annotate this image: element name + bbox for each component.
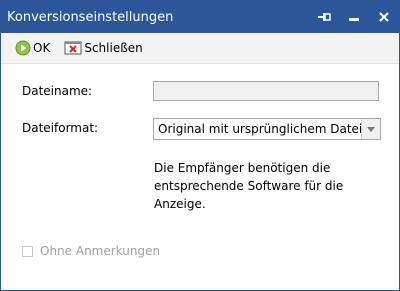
toolbar: OK Schließen (1, 33, 399, 64)
window-title: Konversionseinstellungen (7, 9, 174, 25)
close-label: Schließen (84, 41, 143, 55)
no-annotations-option[interactable]: Ohne Anmerkungen (22, 244, 160, 258)
close-document-icon (64, 41, 82, 55)
no-annotations-checkbox[interactable] (22, 245, 33, 257)
filename-label: Dateiname: (22, 84, 93, 98)
close-icon (379, 12, 389, 22)
pin-button[interactable] (309, 1, 339, 33)
close-button[interactable]: Schließen (64, 41, 143, 55)
minimize-icon (349, 18, 359, 21)
filename-input[interactable] (153, 81, 379, 101)
no-annotations-label: Ohne Anmerkungen (40, 244, 161, 258)
ok-button[interactable]: OK (15, 40, 50, 56)
title-bar: Konversionseinstellungen (1, 1, 399, 33)
window-controls (309, 1, 399, 33)
dialog-window: Konversionseinstellungen OK Schließen Da… (0, 0, 400, 291)
close-window-button[interactable] (369, 1, 399, 33)
dropdown-arrow[interactable] (361, 119, 380, 139)
minimize-button[interactable] (339, 1, 369, 33)
info-text: Die Empfänger benötigen die entsprechend… (154, 161, 344, 211)
play-icon (15, 40, 31, 56)
format-label: Dateiformat: (22, 121, 99, 135)
format-dropdown[interactable]: Original mit ursprünglichem Dateiname (153, 118, 381, 140)
chevron-down-icon (367, 126, 375, 132)
format-selected-value: Original mit ursprünglichem Dateiname (158, 122, 361, 136)
ok-label: OK (33, 41, 51, 55)
pin-icon (318, 13, 331, 21)
